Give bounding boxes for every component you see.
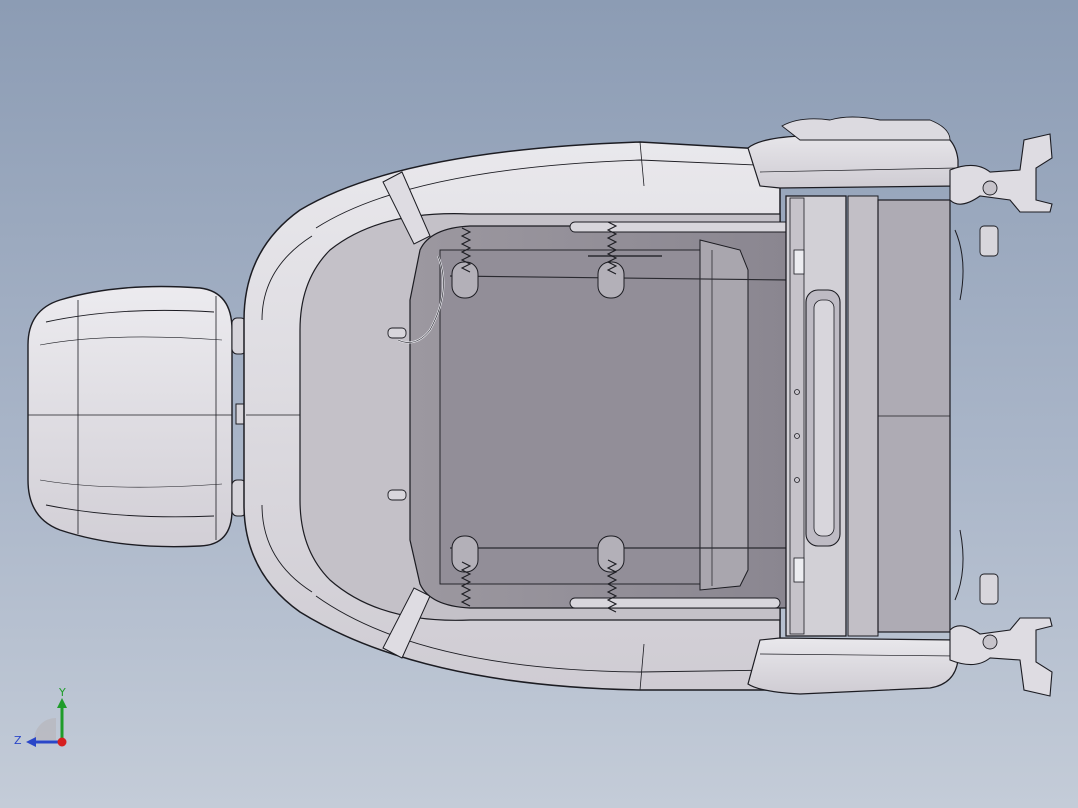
recliner-bracket[interactable] bbox=[949, 133, 1053, 697]
headrest[interactable] bbox=[27, 285, 233, 548]
x-axis-dot bbox=[57, 737, 67, 747]
graphics-viewport[interactable]: Y Z bbox=[0, 0, 1078, 808]
y-axis-arrowhead bbox=[57, 698, 67, 708]
seat-assembly-model[interactable] bbox=[0, 0, 1078, 808]
y-axis-label: Y bbox=[58, 686, 66, 699]
coordinate-triad-icon: Y Z bbox=[14, 686, 67, 747]
z-axis-label: Z bbox=[14, 734, 22, 747]
z-axis-arrowhead bbox=[26, 737, 36, 747]
triad-plane-icon bbox=[34, 718, 56, 740]
seat-frame-pan[interactable] bbox=[387, 221, 791, 609]
seat-cross-member[interactable] bbox=[785, 195, 951, 637]
